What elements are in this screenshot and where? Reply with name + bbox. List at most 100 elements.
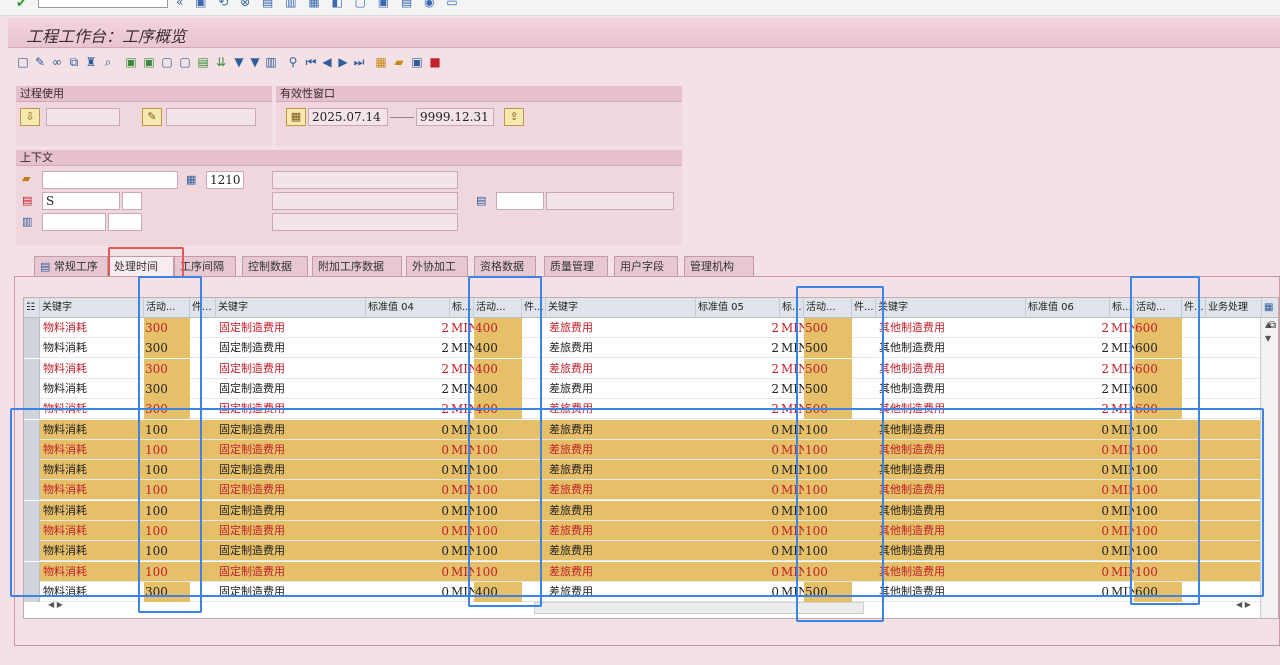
standard-unit-04-cell[interactable]: MIN <box>450 541 474 561</box>
tab-quality-management[interactable]: 质量管理 <box>544 256 608 276</box>
standard-unit-06-cell[interactable]: MIN <box>1110 420 1134 440</box>
keyword-3-cell[interactable]: 差旅费用 <box>548 582 696 602</box>
keyword-4-cell[interactable]: 其他制造费用 <box>878 399 1026 419</box>
standard-value-05-cell[interactable]: 2 <box>696 379 780 399</box>
standard-value-05-cell[interactable]: 0 <box>696 420 780 440</box>
keyword-1-cell[interactable]: 物料消耗 <box>42 359 142 379</box>
table-row[interactable]: 物料消耗300固定制造费用2MIN400差旅费用2MIN500其他制造费用2MI… <box>24 378 1260 399</box>
activity-3-cell[interactable]: 100 <box>804 562 852 582</box>
standard-unit-05-cell[interactable]: MIN <box>780 318 804 338</box>
standard-value-05-cell[interactable]: 0 <box>696 541 780 561</box>
standard-unit-06-cell[interactable]: MIN <box>1110 359 1134 379</box>
horizontal-scrollbar[interactable] <box>534 602 864 614</box>
row-selector[interactable] <box>24 500 40 521</box>
activity-4-cell[interactable]: 100 <box>1134 541 1182 561</box>
keyword-2-cell[interactable]: 固定制造费用 <box>218 480 366 500</box>
activity-1-cell[interactable]: 100 <box>144 541 190 561</box>
standard-unit-05-cell[interactable]: MIN <box>780 440 804 460</box>
activity-1-cell[interactable]: 300 <box>144 399 190 420</box>
find-icon[interactable]: ⌕ <box>101 55 115 69</box>
activity-4-cell[interactable]: 600 <box>1134 318 1182 338</box>
keyword-1-cell[interactable]: 物料消耗 <box>42 420 142 440</box>
keyword-3-cell[interactable]: 差旅费用 <box>548 521 696 541</box>
activity-3-cell[interactable]: 500 <box>804 399 852 420</box>
row-selector[interactable] <box>24 480 40 501</box>
group-counter-field[interactable] <box>108 213 142 231</box>
keyword-2-cell[interactable]: 固定制造费用 <box>218 338 366 358</box>
keyword-1-cell[interactable]: 物料消耗 <box>42 460 142 480</box>
columns-icon[interactable]: ▥ <box>264 55 278 69</box>
standard-value-06-cell[interactable]: 0 <box>1026 541 1110 561</box>
previous-page-icon[interactable]: ◀ <box>320 55 334 69</box>
standard-value-04-cell[interactable]: 0 <box>366 521 450 541</box>
keyword-3-cell[interactable]: 差旅费用 <box>548 562 696 582</box>
activity-2-cell[interactable]: 100 <box>474 501 522 521</box>
keyword-2-cell[interactable]: 固定制造费用 <box>218 541 366 561</box>
activity-4-cell[interactable]: 600 <box>1134 358 1182 379</box>
standard-unit-05-cell[interactable]: MIN <box>780 582 804 602</box>
standard-unit-06-cell[interactable]: MIN <box>1110 582 1134 602</box>
column-keyword-2[interactable]: 关键字 <box>216 298 366 318</box>
standard-value-06-cell[interactable]: 0 <box>1026 440 1110 460</box>
activity-2-cell[interactable]: 100 <box>474 480 522 500</box>
standard-unit-06-cell[interactable]: MIN <box>1110 338 1134 358</box>
keyword-4-cell[interactable]: 其他制造费用 <box>878 359 1026 379</box>
standard-value-04-cell[interactable]: 0 <box>366 562 450 582</box>
standard-unit-04-cell[interactable]: MIN <box>450 521 474 541</box>
keyword-2-cell[interactable]: 固定制造费用 <box>218 521 366 541</box>
keyword-3-cell[interactable]: 差旅费用 <box>548 399 696 419</box>
column-standard-unit-04[interactable]: 标... <box>450 298 474 318</box>
row-selector[interactable] <box>24 541 40 562</box>
activity-2-cell[interactable]: 400 <box>474 378 522 399</box>
copy-icon[interactable]: ⧉ <box>67 55 81 69</box>
vertical-scrollbar[interactable]: ▲ ▼ <box>1260 318 1278 618</box>
activity-2-cell[interactable]: 100 <box>474 460 522 480</box>
activity-4-cell[interactable]: 100 <box>1134 501 1182 521</box>
table-row[interactable]: 物料消耗100固定制造费用0MIN100差旅费用0MIN100其他制造费用0MI… <box>24 561 1260 582</box>
keyword-3-cell[interactable]: 差旅费用 <box>548 480 696 500</box>
last-page-icon[interactable]: ⏭ <box>352 55 366 69</box>
standard-unit-04-cell[interactable]: MIN <box>450 420 474 440</box>
enter-icon[interactable]: ✔ <box>16 0 27 11</box>
keyword-1-cell[interactable]: 物料消耗 <box>42 480 142 500</box>
keyword-3-cell[interactable]: 差旅费用 <box>548 359 696 379</box>
table-row[interactable]: 物料消耗100固定制造费用0MIN100差旅费用0MIN100其他制造费用0MI… <box>24 521 1260 541</box>
keyword-1-cell[interactable]: 物料消耗 <box>42 582 142 602</box>
keyword-4-cell[interactable]: 其他制造费用 <box>878 582 1026 602</box>
keyword-1-cell[interactable]: 物料消耗 <box>42 318 142 338</box>
standard-value-05-cell[interactable]: 0 <box>696 501 780 521</box>
standard-value-06-cell[interactable]: 2 <box>1026 338 1110 358</box>
column-standard-value-04[interactable]: 标准值 04 <box>366 298 450 318</box>
activity-2-cell[interactable]: 100 <box>474 562 522 582</box>
column-unit-1[interactable]: 件... <box>190 298 216 318</box>
group-field[interactable] <box>42 213 106 231</box>
standard-unit-06-cell[interactable]: MIN <box>1110 399 1134 419</box>
deselect-icon[interactable]: ▢ <box>160 55 174 69</box>
column-activity-3[interactable]: 活动... <box>804 298 852 318</box>
keyword-2-cell[interactable]: 固定制造费用 <box>218 440 366 460</box>
scroll-left-icon[interactable]: ◀ ▶ <box>48 600 88 614</box>
column-activity-2[interactable]: 活动... <box>474 298 522 318</box>
row-selector[interactable] <box>24 439 40 460</box>
activity-3-cell[interactable]: 500 <box>804 338 852 359</box>
column-keyword-4[interactable]: 关键字 <box>876 298 1026 318</box>
standard-unit-06-cell[interactable]: MIN <box>1110 480 1134 500</box>
activity-2-cell[interactable]: 400 <box>474 581 522 602</box>
keyword-4-cell[interactable]: 其他制造费用 <box>878 562 1026 582</box>
activity-2-cell[interactable]: 100 <box>474 521 522 541</box>
standard-unit-05-cell[interactable]: MIN <box>780 541 804 561</box>
scroll-down-icon[interactable]: ▼ <box>1265 334 1271 343</box>
standard-value-04-cell[interactable]: 0 <box>366 440 450 460</box>
standard-value-05-cell[interactable]: 0 <box>696 582 780 602</box>
standard-value-05-cell[interactable]: 2 <box>696 399 780 419</box>
activity-4-cell[interactable]: 600 <box>1134 581 1182 602</box>
standard-unit-04-cell[interactable]: MIN <box>450 338 474 358</box>
process-usage-field-1[interactable] <box>46 108 120 126</box>
standard-unit-04-cell[interactable]: MIN <box>450 318 474 338</box>
keyword-4-cell[interactable]: 其他制造费用 <box>878 379 1026 399</box>
standard-value-05-cell[interactable]: 2 <box>696 359 780 379</box>
row-detail-icon[interactable]: ⧉ <box>1269 320 1276 331</box>
tab-qualification-data[interactable]: 资格数据 <box>474 256 536 276</box>
standard-value-06-cell[interactable]: 0 <box>1026 480 1110 500</box>
select-all-icon[interactable]: ▣ <box>124 55 138 69</box>
